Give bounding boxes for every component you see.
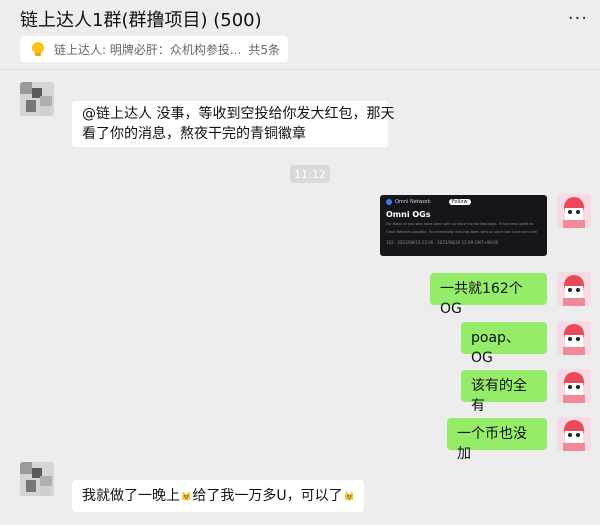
card-desc: For those of you who have been with us s… bbox=[386, 222, 534, 226]
card-follow-label: Follow bbox=[448, 199, 471, 205]
more-options-icon[interactable]: ··· bbox=[568, 8, 588, 29]
card-account-name: Omni Network bbox=[395, 199, 431, 205]
message-bubble[interactable]: 我就做了一晚上 给了我一万多U，可以了 bbox=[72, 480, 364, 512]
message-bubble[interactable]: poap、OG bbox=[461, 322, 547, 366]
chat-header: 链上达人1群(群撸项目) (500) ··· bbox=[0, 0, 600, 34]
notice-text: 链上达人: 明牌必肝：众机构参投... bbox=[54, 42, 242, 57]
message-text: 我就做了一晚上 bbox=[82, 488, 180, 504]
message-bubble[interactable]: @链上达人 没事，等收到空投给你发大红包，那天 看了你的消息，熬夜干完的青铜徽章 bbox=[72, 101, 395, 147]
message-text: 看了你的消息，熬夜干完的青铜徽章 bbox=[82, 126, 306, 142]
avatar[interactable] bbox=[557, 321, 591, 355]
message-bubble[interactable]: 一共就162个OG bbox=[430, 273, 547, 317]
message-text: 该有的全有 bbox=[471, 378, 527, 414]
message-bubble[interactable]: 该有的全有 bbox=[461, 370, 547, 414]
message-text: @链上达人 没事，等收到空投给你发大红包，那天 bbox=[82, 106, 395, 122]
cat-emoji-icon bbox=[344, 491, 353, 501]
avatar[interactable] bbox=[557, 369, 591, 403]
notice-count: 共5条 bbox=[248, 42, 280, 57]
message-text: 一个币也没加 bbox=[457, 426, 527, 462]
avatar[interactable] bbox=[557, 272, 591, 306]
cat-emoji-icon bbox=[182, 491, 191, 501]
card-desc: Omni Network possible. For everybody who… bbox=[386, 230, 538, 234]
message-bubble[interactable]: 一个币也没加 bbox=[447, 418, 547, 462]
avatar[interactable] bbox=[20, 462, 54, 496]
group-notice-bar[interactable]: 链上达人: 明牌必肝：众机构参投... 共5条 bbox=[20, 36, 288, 62]
bulb-icon bbox=[32, 42, 44, 56]
avatar[interactable] bbox=[20, 82, 54, 116]
card-title: Omni OGs bbox=[386, 210, 431, 219]
image-message-card[interactable]: Omni Network Follow Omni OGs For those o… bbox=[380, 195, 547, 256]
header-divider bbox=[0, 69, 600, 70]
avatar[interactable] bbox=[557, 417, 591, 451]
card-meta: 162 · 2023/08/10 12:00 - 2023/08/20 12:0… bbox=[386, 240, 499, 245]
message-text: 一共就162个OG bbox=[440, 281, 523, 317]
omni-logo-icon bbox=[386, 199, 392, 205]
chat-title: 链上达人1群(群撸项目) (500) bbox=[20, 10, 262, 31]
avatar[interactable] bbox=[557, 194, 591, 228]
message-text: 给了我一万多U，可以了 bbox=[192, 488, 343, 504]
message-text: poap、OG bbox=[471, 330, 520, 366]
timestamp-chip: 11:12 bbox=[290, 165, 330, 183]
